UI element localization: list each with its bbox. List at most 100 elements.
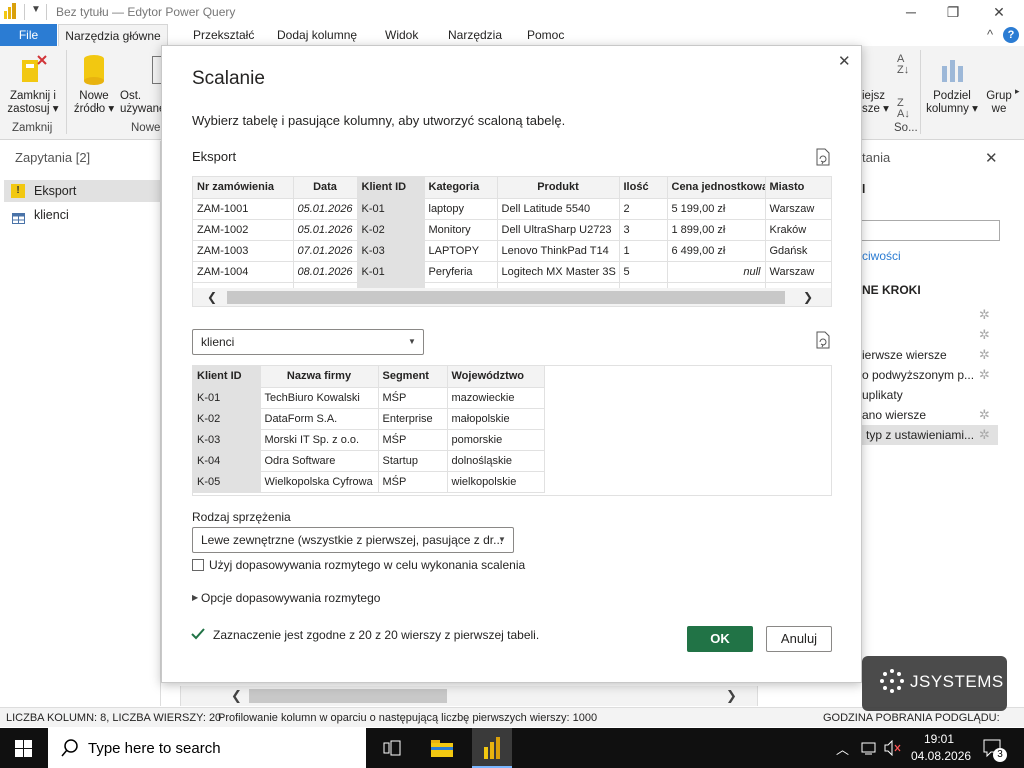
- table-cell: wielkopolskie: [447, 471, 545, 493]
- column-header-selected[interactable]: Klient ID: [193, 366, 261, 388]
- chevron-right-icon[interactable]: ▶: [192, 593, 198, 602]
- cancel-button[interactable]: Anuluj: [766, 626, 832, 652]
- split-column-button[interactable]: Podziel kolumny ▾: [926, 52, 978, 118]
- group-by-button[interactable]: Grup we: [982, 52, 1016, 118]
- clock-time[interactable]: 19:01: [924, 732, 954, 746]
- query-item-klienci[interactable]: klienci: [4, 204, 161, 226]
- step-settings-gear-icon[interactable]: ✲: [979, 347, 990, 363]
- main-grid-scrollbar[interactable]: ❮ ❯: [180, 686, 758, 706]
- sort-ascending-icon[interactable]: A Z↓: [897, 54, 909, 76]
- restore-button[interactable]: ❐: [938, 2, 968, 22]
- group-divider: [66, 50, 67, 134]
- scroll-left-arrow-icon[interactable]: ❮: [231, 688, 242, 704]
- close-apply-button[interactable]: Zamknij i zastosuj ▾: [2, 52, 64, 118]
- step-settings-gear-icon[interactable]: ✲: [979, 307, 990, 323]
- clock-date[interactable]: 04.08.2026: [911, 749, 971, 763]
- column-header[interactable]: Nr zamówienia: [193, 177, 294, 199]
- query-item-label: Eksport: [34, 184, 77, 198]
- volume-muted-icon[interactable]: [884, 739, 902, 757]
- taskbar-search-box[interactable]: Type here to search: [48, 728, 366, 768]
- applied-step[interactable]: o podwyższonym p...: [862, 365, 998, 385]
- dialog-close-button[interactable]: ✕: [838, 52, 851, 70]
- scroll-right-arrow-icon[interactable]: ❯: [803, 290, 813, 304]
- tab-view[interactable]: Widok: [383, 24, 420, 46]
- keep-rows-button[interactable]: iejsz sze ▾: [862, 52, 890, 118]
- step-settings-gear-icon[interactable]: ✲: [979, 327, 990, 343]
- tab-home[interactable]: Narzędzia główne: [58, 24, 168, 46]
- fuzzy-matching-label[interactable]: Użyj dopasowywania rozmytego w celu wyko…: [209, 558, 525, 572]
- column-header[interactable]: Data: [293, 177, 358, 199]
- jsystems-logo-text: JSYSTEMS: [910, 672, 1004, 691]
- step-settings-gear-icon[interactable]: ✲: [979, 367, 990, 383]
- merge-dialog: Scalanie ✕ Wybierz tabelę i pasujące kol…: [161, 45, 862, 683]
- applied-step[interactable]: [862, 325, 998, 345]
- tab-help[interactable]: Pomoc: [525, 24, 566, 46]
- column-header-selected[interactable]: Klient ID: [357, 177, 425, 199]
- column-header[interactable]: Produkt: [497, 177, 620, 199]
- step-settings-gear-icon[interactable]: ✲: [979, 427, 990, 443]
- refresh-preview-icon[interactable]: [815, 331, 831, 349]
- step-settings-gear-icon[interactable]: ✲: [979, 407, 990, 423]
- file-explorer-icon[interactable]: [431, 738, 453, 758]
- powerbi-taskbar-button[interactable]: [472, 728, 512, 768]
- table1-scrollbar[interactable]: ❮ ❯: [193, 288, 831, 306]
- scroll-right-arrow-icon[interactable]: ❯: [726, 688, 737, 704]
- applied-step[interactable]: [862, 305, 998, 325]
- table2-grid: Klient ID Nazwa firmy Segment Województw…: [193, 366, 545, 493]
- task-view-icon[interactable]: [383, 739, 401, 757]
- table-cell: MŚP: [378, 429, 448, 451]
- refresh-preview-icon[interactable]: [815, 148, 831, 166]
- table-cell: 1: [619, 240, 668, 262]
- recent-sources-button[interactable]: Ost. używane: [120, 52, 165, 118]
- step-label: ierwsze wiersze: [862, 348, 947, 362]
- sort-descending-icon[interactable]: Z A↓: [897, 98, 910, 120]
- table1-name: Eksport: [192, 149, 237, 164]
- applied-step[interactable]: ano wiersze: [862, 405, 998, 425]
- search-icon: [61, 739, 79, 757]
- fuzzy-options-toggle[interactable]: Opcje dopasowywania rozmytego: [201, 591, 380, 605]
- applied-step[interactable]: ierwsze wiersze: [862, 345, 998, 365]
- tab-tools[interactable]: Narzędzia: [446, 24, 504, 46]
- table-cell: DataForm S.A.: [260, 408, 379, 430]
- new-source-icon: [82, 54, 106, 86]
- quick-access-dropdown-icon[interactable]: ▼: [31, 4, 41, 15]
- query-name-input[interactable]: [862, 220, 1000, 241]
- scroll-left-arrow-icon[interactable]: ❮: [207, 290, 217, 304]
- column-header[interactable]: Miasto: [765, 177, 831, 199]
- query-item-eksport[interactable]: ! Eksport: [4, 180, 161, 202]
- close-window-button[interactable]: ✕: [984, 2, 1014, 22]
- applied-step-selected[interactable]: typ z ustawieniami...: [862, 425, 998, 445]
- column-header[interactable]: Segment: [378, 366, 448, 388]
- fuzzy-matching-checkbox[interactable]: [192, 559, 204, 571]
- tab-add-column[interactable]: Dodaj kolumnę: [275, 24, 359, 46]
- minimize-button[interactable]: ─: [896, 2, 926, 22]
- status-profiling[interactable]: Profilowanie kolumn w oparciu o następuj…: [218, 708, 597, 728]
- new-source-button[interactable]: Nowe źródło ▾: [70, 52, 118, 118]
- table-cell: ZAM-1002: [193, 219, 294, 241]
- table-cell: 5 199,00 zł: [667, 198, 766, 220]
- collapse-ribbon-icon[interactable]: ^: [987, 27, 993, 42]
- help-icon[interactable]: ?: [1003, 27, 1019, 43]
- join-kind-select[interactable]: Lewe zewnętrzne (wszystkie z pierwszej, …: [192, 527, 514, 553]
- table-cell: 05.01.2026: [293, 219, 358, 241]
- tab-transform[interactable]: Przekształć: [191, 24, 256, 46]
- column-header[interactable]: Województwo: [447, 366, 545, 388]
- table-row: ZAM-1002 05.01.2026 K-02 Monitory Dell U…: [193, 219, 831, 241]
- column-header[interactable]: Cena jednostkowa: [667, 177, 766, 199]
- windows-start-icon[interactable]: [15, 740, 32, 757]
- table-cell: K-03: [357, 240, 425, 262]
- column-header[interactable]: Kategoria: [424, 177, 498, 199]
- network-icon[interactable]: [861, 740, 877, 756]
- scroll-thumb[interactable]: [249, 689, 447, 703]
- ok-button[interactable]: OK: [687, 626, 753, 652]
- ribbon-scroll-right-icon[interactable]: ▸: [1015, 86, 1020, 97]
- tray-chevron-up-icon[interactable]: ︿: [836, 739, 849, 758]
- scroll-thumb[interactable]: [227, 291, 785, 304]
- column-header[interactable]: Ilość: [619, 177, 668, 199]
- second-table-select[interactable]: klienci ▼: [192, 329, 424, 355]
- tab-file[interactable]: File: [0, 24, 57, 46]
- all-properties-link[interactable]: ciwości: [862, 249, 901, 263]
- applied-step[interactable]: uplikaty: [862, 385, 998, 405]
- query-settings-close-button[interactable]: ✕: [985, 149, 998, 167]
- column-header[interactable]: Nazwa firmy: [260, 366, 379, 388]
